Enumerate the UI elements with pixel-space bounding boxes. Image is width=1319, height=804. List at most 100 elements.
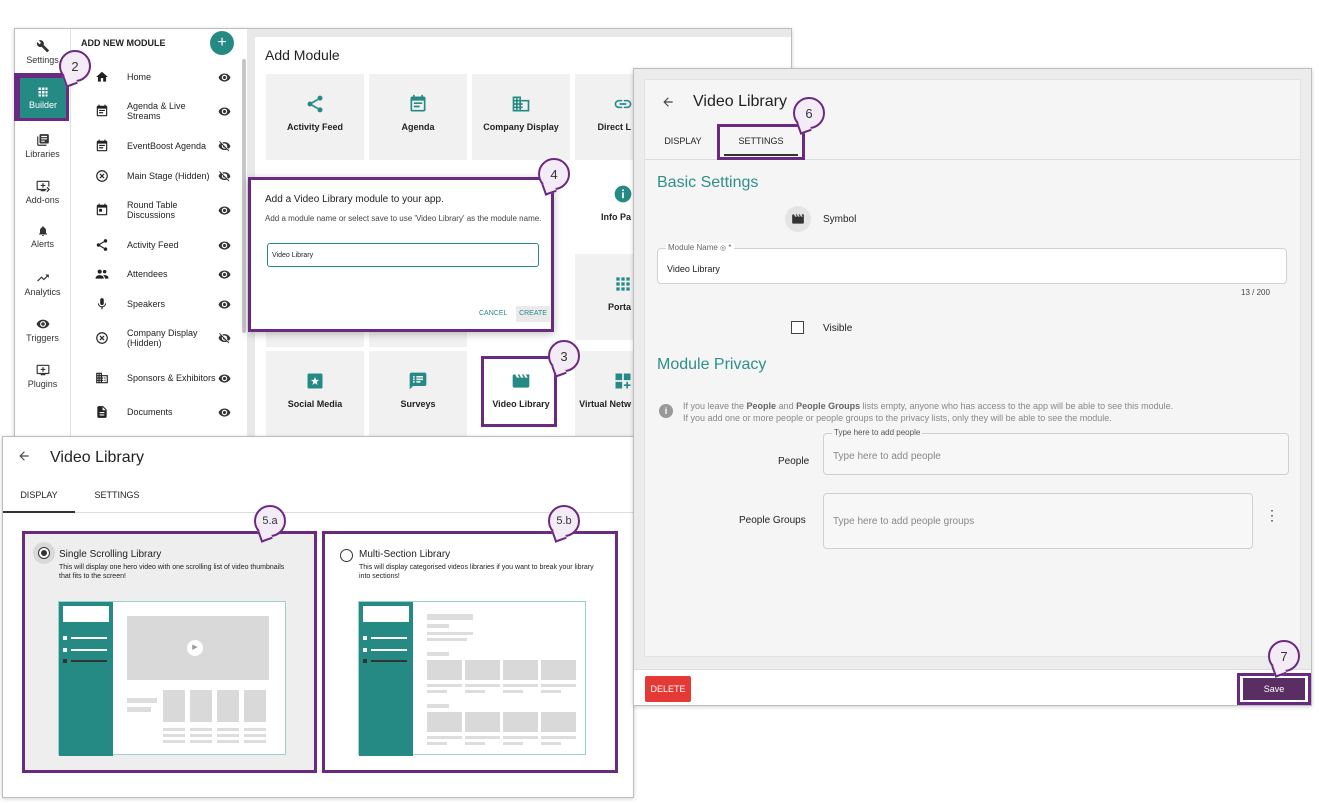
module-item-eventboost[interactable]: EventBoost Agenda — [81, 131, 251, 161]
visible-eye-icon[interactable] — [218, 71, 231, 84]
module-privacy-heading: Module Privacy — [657, 356, 767, 373]
radio-unselected[interactable] — [340, 549, 353, 562]
hidden-eye-off-icon[interactable] — [218, 140, 231, 153]
rail-libraries[interactable]: Libraries — [15, 133, 70, 163]
tab-display[interactable]: DISPLAY — [649, 128, 717, 158]
rail-addons-label: Add-ons — [25, 195, 60, 205]
callout-3: 3 — [548, 340, 580, 372]
basic-settings-heading: Basic Settings — [657, 174, 759, 191]
tab-settings[interactable]: SETTINGS — [717, 124, 805, 160]
agenda-icon — [96, 104, 108, 117]
module-item-attendees[interactable]: Attendees — [81, 259, 251, 289]
rail-triggers[interactable]: Triggers — [15, 317, 70, 347]
people-groups-input[interactable]: Type here to add people groups — [823, 493, 1253, 549]
calendar-icon — [96, 203, 108, 216]
module-item-documents[interactable]: Documents — [81, 397, 251, 427]
info-icon — [614, 185, 632, 203]
document-icon — [97, 406, 107, 418]
rail-plugins[interactable]: Plugins — [15, 363, 70, 393]
add-module-title: Add Module — [265, 47, 340, 63]
rail-alerts[interactable]: Alerts — [15, 225, 70, 255]
option-single-scrolling[interactable]: Single Scrolling Library This will displ… — [22, 531, 317, 773]
more-vert-icon[interactable]: ⋮ — [1265, 508, 1279, 522]
module-item-company-display[interactable]: Company Display (Hidden) — [81, 323, 251, 353]
callout-4: 4 — [538, 158, 570, 190]
save-button[interactable]: Save — [1237, 673, 1311, 705]
people-icon — [95, 269, 109, 279]
option-a-desc: This will display one hero video with on… — [59, 564, 285, 580]
back-arrow-icon[interactable] — [661, 95, 675, 109]
tile-virtual-networking[interactable]: Virtual Netw — [575, 351, 633, 437]
visible-eye-icon[interactable] — [218, 204, 231, 217]
module-item-round-table[interactable]: Round Table Discussions — [81, 195, 251, 225]
plugin-icon — [36, 364, 49, 376]
hidden-eye-off-icon[interactable] — [218, 332, 231, 345]
hidden-eye-off-icon[interactable] — [218, 170, 231, 183]
visible-eye-icon[interactable] — [218, 105, 231, 118]
module-item-sponsors[interactable]: Sponsors & Exhibitors — [81, 363, 251, 393]
dialog-create-button[interactable]: CREATE — [516, 306, 550, 322]
tile-company-display[interactable]: Company Display — [472, 74, 570, 160]
network-icon — [615, 373, 631, 389]
tile-label: Info Pa — [600, 212, 631, 222]
symbol-button[interactable] — [785, 206, 811, 232]
module-name-input[interactable]: Video Library — [267, 243, 539, 267]
visible-checkbox[interactable] — [791, 321, 804, 334]
back-arrow-icon[interactable] — [17, 449, 31, 463]
groups-placeholder: Type here to add people groups — [833, 516, 975, 527]
people-input[interactable]: Type here to add people Type here to add… — [823, 428, 1289, 475]
people-label: People — [778, 456, 810, 467]
tile-portal[interactable]: Porta — [575, 254, 633, 340]
building-icon — [512, 96, 530, 112]
option-multi-section[interactable]: Multi-Section Library This will display … — [322, 531, 618, 773]
link-icon — [614, 99, 632, 109]
module-item-label: Speakers — [127, 299, 166, 309]
tile-label: Surveys — [400, 399, 436, 409]
module-name-field[interactable]: Module Name ◎ * Video Library — [657, 243, 1287, 284]
module-item-main-stage[interactable]: Main Stage (Hidden) — [81, 161, 251, 191]
module-item-activity-feed[interactable]: Activity Feed — [81, 230, 251, 260]
tile-surveys[interactable]: Surveys — [369, 351, 467, 437]
tile-direct-link[interactable]: Direct L — [575, 74, 633, 160]
settings-card: Video Library DISPLAY SETTINGS Basic Set… — [644, 79, 1301, 657]
rail-analytics[interactable]: Analytics — [15, 271, 70, 301]
tile-label: Virtual Netw — [579, 399, 631, 409]
microphone-icon — [97, 298, 107, 310]
tile-label: Company Display — [483, 122, 559, 132]
save-button-label: Save — [1243, 678, 1305, 700]
apps-grid-icon — [616, 277, 630, 291]
building-icon — [96, 372, 108, 384]
dialog-cancel-button[interactable]: CANCEL — [479, 310, 507, 317]
callout-7: 7 — [1268, 640, 1300, 672]
module-item-label: Sponsors & Exhibitors — [127, 373, 216, 383]
visible-eye-icon[interactable] — [218, 268, 231, 281]
visible-eye-icon[interactable] — [218, 372, 231, 385]
tab-display[interactable]: DISPLAY — [3, 481, 75, 513]
tab-display-label: DISPLAY — [664, 136, 702, 146]
module-item-agenda-live[interactable]: Agenda & Live Streams — [81, 96, 251, 126]
callout-2: 2 — [59, 50, 91, 82]
radio-selected[interactable] — [33, 542, 55, 564]
tile-agenda[interactable]: Agenda — [369, 74, 467, 160]
callout-5b: 5.b — [548, 505, 580, 537]
delete-button[interactable]: DELETE — [645, 676, 691, 702]
module-item-home[interactable]: Home — [81, 62, 251, 92]
tab-display-label: DISPLAY — [20, 490, 58, 500]
info-icon: i — [659, 404, 673, 418]
visible-eye-icon[interactable] — [218, 298, 231, 311]
eye-icon — [36, 319, 49, 329]
tile-social-media[interactable]: Social Media — [266, 351, 364, 437]
module-item-speakers[interactable]: Speakers — [81, 289, 251, 319]
tile-activity-feed[interactable]: Activity Feed — [266, 74, 364, 160]
wrench-icon — [36, 40, 49, 53]
visible-eye-icon[interactable] — [218, 239, 231, 252]
tile-info-page[interactable]: Info Pa — [575, 164, 633, 250]
highlight-builder — [14, 73, 69, 121]
visible-eye-icon[interactable] — [218, 406, 231, 419]
tab-settings[interactable]: SETTINGS — [81, 481, 153, 513]
rail-addons[interactable]: Add-ons — [15, 179, 70, 209]
module-item-label: Attendees — [127, 269, 168, 279]
add-module-button[interactable]: + — [210, 31, 234, 55]
tile-label: Social Media — [287, 399, 343, 409]
module-item-label: Main Stage (Hidden) — [127, 171, 210, 181]
